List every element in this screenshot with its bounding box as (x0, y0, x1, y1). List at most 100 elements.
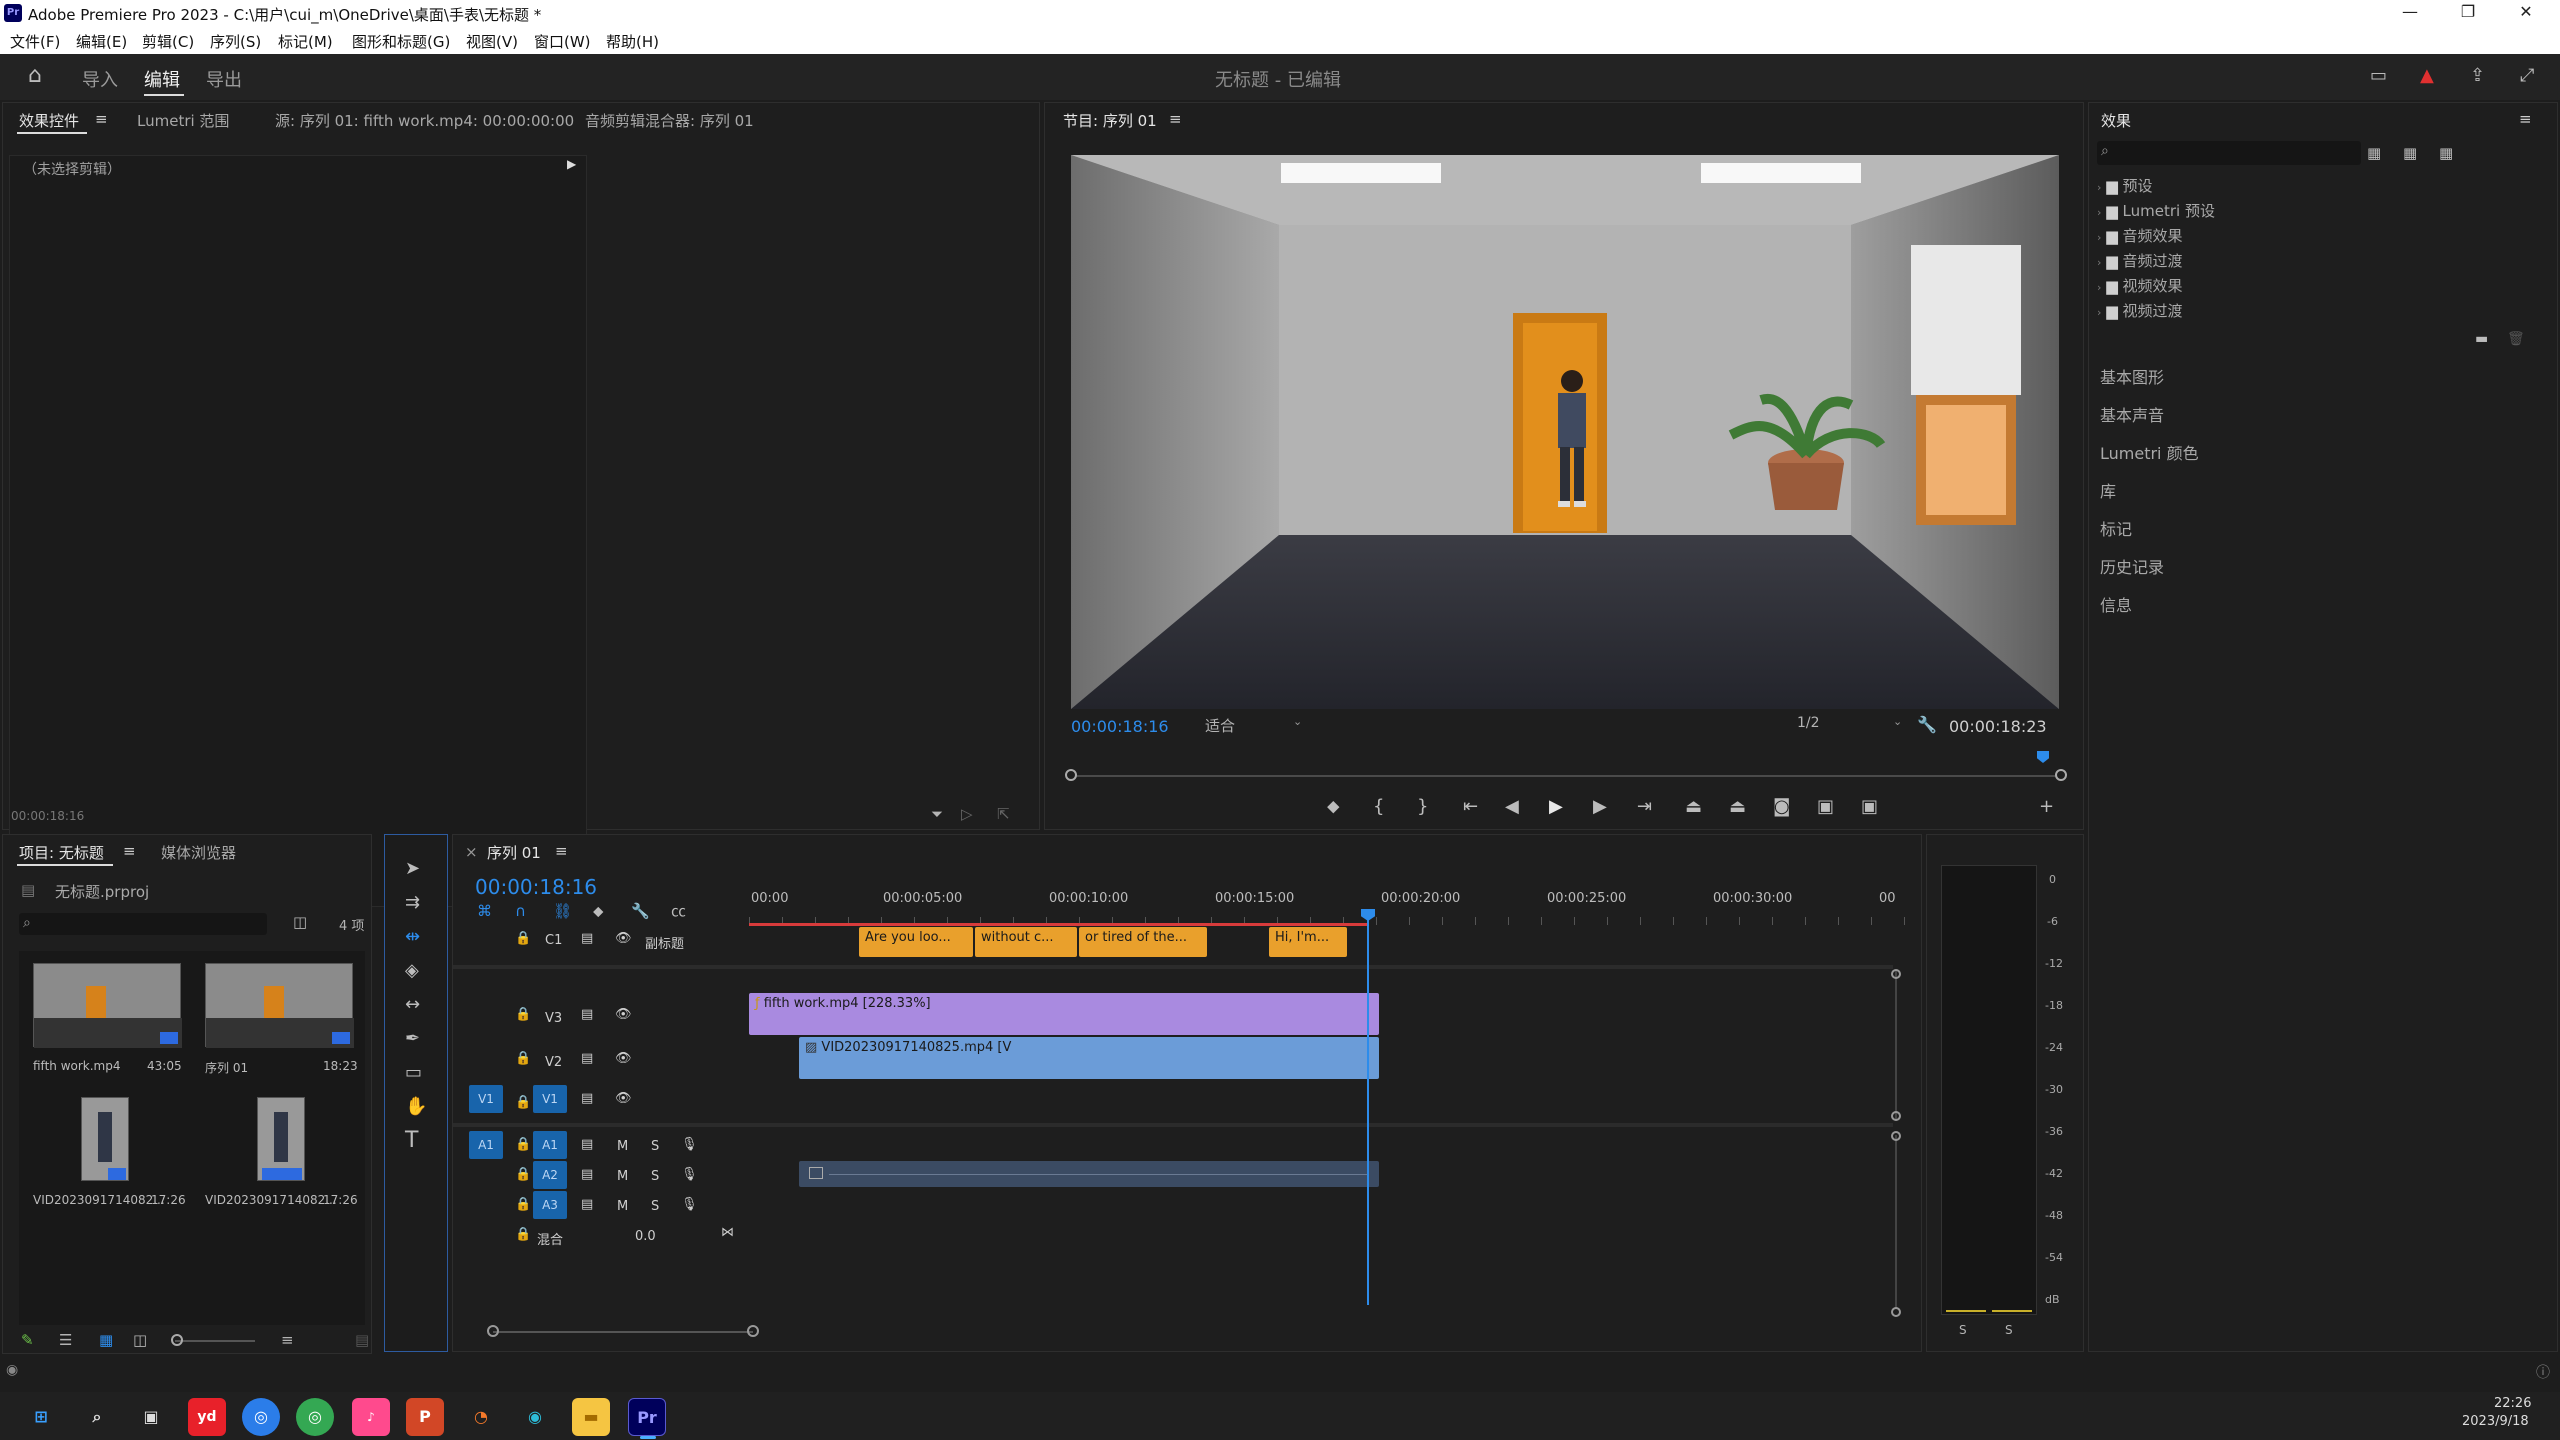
caption-clip[interactable]: Are you loo... (859, 927, 973, 957)
tab-edit[interactable]: 编辑 (144, 66, 180, 92)
go-to-out-icon[interactable]: ⇥ (1637, 797, 1652, 817)
maximize-button[interactable]: ❐ (2448, 2, 2488, 24)
thumbnail-vid-2[interactable] (257, 1097, 305, 1181)
track-target-v1[interactable]: V1 (533, 1085, 567, 1113)
button-editor-plus-icon[interactable]: + (2039, 797, 2054, 817)
step-forward-icon[interactable]: ▶ (1593, 797, 1607, 817)
scrubber-end-handle[interactable] (2055, 769, 2067, 781)
tab-audio-clip-mixer[interactable]: 音频剪辑混合器: 序列 01 (585, 110, 754, 131)
go-to-in-icon[interactable]: ⇤ (1463, 797, 1478, 817)
project-menu-icon[interactable]: ≡ (123, 842, 136, 860)
ripple-edit-tool-icon[interactable]: ⇹ (405, 927, 420, 947)
section-lumetri-color[interactable]: Lumetri 颜色 (2100, 440, 2199, 464)
section-history[interactable]: 历史记录 (2100, 554, 2164, 578)
lock-icon[interactable]: 🔒 (515, 1197, 531, 1212)
effects-folder-presets[interactable]: › ▆ 预设 (2097, 175, 2153, 196)
effects-folder-audio-transitions[interactable]: › ▆ 音频过渡 (2097, 250, 2183, 271)
snap-icon[interactable]: ∩ (515, 901, 526, 921)
wrench-icon[interactable]: 🔧 (1917, 715, 1937, 734)
zoom-slider-handle[interactable] (171, 1334, 183, 1346)
source-patch-v1[interactable]: V1 (469, 1085, 503, 1113)
accelerated-effects-icon[interactable]: ▦ (2367, 143, 2381, 163)
effects-folder-audio-effects[interactable]: › ▆ 音频效果 (2097, 225, 2183, 246)
program-video-frame[interactable] (1071, 155, 2059, 709)
track-target-a3[interactable]: A3 (533, 1191, 567, 1219)
yuv-effects-icon[interactable]: ▦ (2439, 143, 2453, 163)
sort-icon[interactable]: ≡ (281, 1331, 294, 1349)
mute-button[interactable]: M (617, 1139, 628, 1154)
menu-window[interactable]: 窗口(W) (534, 31, 591, 52)
edge-app-icon[interactable]: ◉ (516, 1398, 554, 1436)
tab-menu-icon[interactable]: ≡ (95, 110, 108, 128)
lock-icon[interactable]: 🔒 (515, 1227, 531, 1242)
mute-button[interactable]: M (617, 1199, 628, 1214)
sync-lock-icon[interactable]: ▤ (581, 931, 593, 946)
solo-button[interactable]: S (651, 1169, 659, 1184)
caption-clip[interactable]: Hi, I'm... (1269, 927, 1347, 957)
solo-right-button[interactable]: S (2005, 1323, 2013, 1337)
warning-icon[interactable]: ▲ (2420, 66, 2434, 86)
export-frame-camera-icon[interactable]: ◙ (1773, 797, 1790, 817)
go-to-end-icon[interactable]: ⋈ (721, 1225, 734, 1240)
selection-tool-icon[interactable]: ➤ (405, 859, 420, 879)
zoom-slider[interactable] (175, 1340, 255, 1342)
icon-view-icon[interactable]: ▦ (99, 1331, 113, 1349)
32bit-effects-icon[interactable]: ▦ (2403, 143, 2417, 163)
razor-tool-icon[interactable]: ◈ (405, 961, 419, 981)
thumbnail-fifth-work[interactable] (33, 963, 182, 1048)
clock-date[interactable]: 2023/9/18 (2462, 1414, 2529, 1429)
captions-icon[interactable]: ㏄ (671, 901, 686, 921)
microphone-icon[interactable]: 🎙 (681, 1167, 698, 1182)
effects-search-input[interactable]: ⌕ (2097, 141, 2361, 165)
mute-button[interactable]: M (617, 1169, 628, 1184)
lock-icon[interactable]: 🔒 (515, 1167, 531, 1182)
delete-icon[interactable]: 🗑 (2507, 329, 2525, 349)
thumbnail-vid-1[interactable] (81, 1097, 129, 1181)
menu-file[interactable]: 文件(F) (10, 31, 60, 52)
expand-arrow-icon[interactable]: ▶ (567, 157, 576, 171)
microphone-icon[interactable]: 🎙 (681, 1197, 698, 1212)
share-icon[interactable]: ⇪ (2470, 66, 2485, 86)
step-back-icon[interactable]: ◀ (1505, 797, 1519, 817)
menu-graphics[interactable]: 图形和标题(G) (352, 31, 450, 52)
nest-icon[interactable]: ⌘ (477, 901, 492, 921)
thumbnail-sequence-01[interactable] (205, 963, 354, 1048)
solo-button[interactable]: S (651, 1139, 659, 1154)
section-markers[interactable]: 标记 (2100, 516, 2132, 540)
windows-start-icon[interactable]: ⊞ (22, 1398, 60, 1436)
track-target-a1[interactable]: A1 (533, 1131, 567, 1159)
sync-lock-icon[interactable]: ▤ (581, 1051, 593, 1066)
linked-selection-icon[interactable]: ⛓ (553, 901, 572, 921)
track-target-a2[interactable]: A2 (533, 1161, 567, 1189)
youdao-app-icon[interactable]: yd (188, 1398, 226, 1436)
scrubber-start-handle[interactable] (1065, 769, 1077, 781)
timeline-menu-icon[interactable]: ≡ (555, 842, 568, 860)
quality-dropdown[interactable]: 1/2 ⌄ (1797, 715, 1907, 737)
audio-clip[interactable] (799, 1161, 1379, 1187)
panel-layout-icon[interactable]: ▭ (2370, 66, 2387, 86)
hand-tool-icon[interactable]: ✋ (405, 1097, 427, 1117)
effects-menu-icon-2[interactable]: ≡ (2519, 110, 2532, 128)
fit-dropdown[interactable]: 适合 ⌄ (1205, 715, 1305, 737)
freeform-view-icon[interactable]: ◫ (133, 1331, 147, 1349)
eye-icon[interactable]: 👁 (615, 1091, 632, 1106)
timeline-settings-icon[interactable]: 🔧 (631, 901, 650, 921)
fullscreen-icon[interactable]: ⤢ (2520, 66, 2534, 86)
close-button[interactable]: ✕ (2506, 2, 2546, 24)
sync-lock-icon[interactable]: ▤ (581, 1197, 593, 1212)
eye-icon[interactable]: 👁 (615, 1051, 632, 1066)
info-icon[interactable]: ⓘ (2536, 1362, 2550, 1382)
filter-icon[interactable]: ⏷ (931, 805, 943, 823)
source-patch-a1[interactable]: A1 (469, 1131, 503, 1159)
tab-lumetri-scopes[interactable]: Lumetri 范围 (137, 110, 229, 131)
mix-value[interactable]: 0.0 (635, 1229, 656, 1244)
task-view-icon[interactable]: ▣ (132, 1398, 170, 1436)
add-marker-icon[interactable]: ⬥ (1327, 797, 1340, 817)
eye-icon[interactable]: 👁 (615, 1007, 632, 1022)
audio-scrollbar[interactable] (1895, 1135, 1897, 1309)
caption-clip[interactable]: without c... (975, 927, 1077, 957)
sync-lock-icon[interactable]: ▤ (581, 1091, 593, 1106)
rectangle-tool-icon[interactable]: ▭ (405, 1063, 422, 1083)
effects-folder-lumetri-presets[interactable]: › ▆ Lumetri 预设 (2097, 200, 2215, 221)
menu-help[interactable]: 帮助(H) (606, 31, 659, 52)
